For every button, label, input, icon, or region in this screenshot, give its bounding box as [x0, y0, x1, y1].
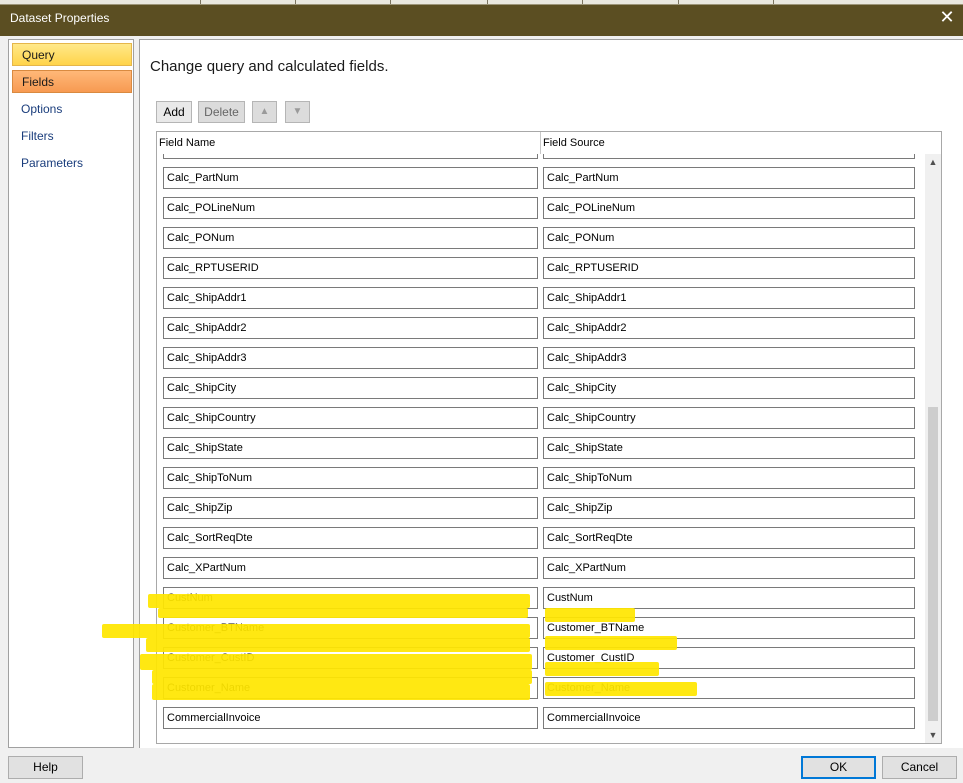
- table-row: Calc_ShipZip Calc_ShipZip: [157, 493, 927, 523]
- table-row: Calc_ShipCountry Calc_ShipCountry: [157, 403, 927, 433]
- field-source-input[interactable]: Calc_POLineNum: [543, 197, 915, 219]
- scrollbar-thumb[interactable]: [928, 407, 938, 721]
- field-source-input[interactable]: Calc_XPartNum: [543, 557, 915, 579]
- table-row: Calc_XPartNum Calc_XPartNum: [157, 553, 927, 583]
- column-divider[interactable]: [540, 132, 541, 154]
- field-source-input[interactable]: Calc_ShipAddr1: [543, 287, 915, 309]
- background-ruler: [0, 0, 963, 5]
- table-row: Calc_RPTUSERID Calc_RPTUSERID: [157, 253, 927, 283]
- field-source-input[interactable]: Calc_PartNum: [543, 167, 915, 189]
- fields-grid: Calc_WhseCodeCalc_WhseCodeCalc_PartNumCa…: [156, 131, 942, 744]
- sidebar-item-query[interactable]: Query: [12, 43, 132, 66]
- chevron-down-icon[interactable]: ▼: [925, 727, 941, 743]
- table-row: Calc_SortReqDte Calc_SortReqDte: [157, 523, 927, 553]
- field-name-input[interactable]: CustNum: [163, 587, 538, 609]
- chevron-up-icon[interactable]: ▲: [925, 154, 941, 170]
- field-source-input[interactable]: Calc_ShipZip: [543, 497, 915, 519]
- field-name-input[interactable]: Calc_ShipAddr3: [163, 347, 538, 369]
- column-header-field-source: Field Source: [543, 137, 605, 149]
- field-source-input[interactable]: Calc_ShipState: [543, 437, 915, 459]
- table-row: Calc_ShipState Calc_ShipState: [157, 433, 927, 463]
- field-source-input[interactable]: Calc_ShipCountry: [543, 407, 915, 429]
- page-title: Change query and calculated fields.: [150, 58, 389, 75]
- field-name-input[interactable]: Calc_ShipZip: [163, 497, 538, 519]
- table-row: Customer_CustID Customer_CustID: [157, 643, 927, 673]
- field-source-input[interactable]: Calc_RPTUSERID: [543, 257, 915, 279]
- field-name-input[interactable]: Calc_ShipCountry: [163, 407, 538, 429]
- sidebar-item-label: Filters: [21, 129, 54, 143]
- field-name-input[interactable]: Calc_PONum: [163, 227, 538, 249]
- help-button[interactable]: Help: [8, 756, 83, 779]
- add-button[interactable]: Add: [156, 101, 192, 123]
- main-panel: Change query and calculated fields. Add …: [102, 39, 963, 748]
- sidebar-item-label: Parameters: [21, 156, 84, 170]
- field-name-input[interactable]: Calc_PartNum: [163, 167, 538, 189]
- vertical-scrollbar[interactable]: ▲ ▼: [925, 154, 941, 743]
- field-source-input[interactable]: CustNum: [543, 587, 915, 609]
- field-name-input[interactable]: Calc_ShipAddr2: [163, 317, 538, 339]
- field-name-input[interactable]: Customer_BTName: [163, 617, 538, 639]
- field-name-input[interactable]: Calc_POLineNum: [163, 197, 538, 219]
- sidebar-item-options[interactable]: Options: [12, 98, 132, 121]
- column-header-field-name: Field Name: [159, 137, 216, 149]
- cancel-button[interactable]: Cancel: [882, 756, 957, 779]
- table-row: Calc_PONum Calc_PONum: [157, 223, 927, 253]
- field-source-input[interactable]: Calc_ShipToNum: [543, 467, 915, 489]
- close-icon[interactable]: ✕: [937, 8, 957, 28]
- field-name-input[interactable]: Customer_Name: [163, 677, 538, 699]
- field-source-input[interactable]: Customer_CustID: [543, 647, 915, 669]
- arrow-down-icon: ▼: [292, 106, 303, 117]
- title-bar: Dataset Properties ✕: [0, 0, 963, 36]
- sidebar-item-label: Options: [21, 102, 63, 116]
- field-source-input[interactable]: Calc_ShipAddr3: [543, 347, 915, 369]
- dataset-properties-dialog: Dataset Properties ✕ Query Fields Option…: [0, 0, 963, 783]
- sidebar-item-filters[interactable]: Filters: [12, 125, 132, 148]
- move-up-button[interactable]: ▲: [252, 101, 277, 123]
- field-name-input[interactable]: Calc_ShipToNum: [163, 467, 538, 489]
- table-row: Customer_Name Customer_Name: [157, 673, 927, 703]
- table-row: Calc_ShipAddr2 Calc_ShipAddr2: [157, 313, 927, 343]
- field-source-input[interactable]: Customer_BTName: [543, 617, 915, 639]
- field-name-input[interactable]: Customer_CustID: [163, 647, 538, 669]
- sidebar-item-label: Fields: [22, 75, 55, 89]
- field-source-input[interactable]: Calc_SortReqDte: [543, 527, 915, 549]
- fields-grid-rows: Calc_WhseCodeCalc_WhseCodeCalc_PartNumCa…: [157, 146, 927, 743]
- window-title: Dataset Properties: [10, 11, 110, 25]
- field-name-input[interactable]: Calc_XPartNum: [163, 557, 538, 579]
- field-source-input[interactable]: Calc_PONum: [543, 227, 915, 249]
- ok-button[interactable]: OK: [801, 756, 876, 779]
- field-source-input[interactable]: CommercialInvoice: [543, 707, 915, 729]
- field-name-input[interactable]: Calc_ShipAddr1: [163, 287, 538, 309]
- field-name-input[interactable]: Calc_SortReqDte: [163, 527, 538, 549]
- field-source-input[interactable]: Calc_ShipCity: [543, 377, 915, 399]
- table-row: Calc_POLineNum Calc_POLineNum: [157, 193, 927, 223]
- sidebar-item-label: Query: [22, 48, 55, 62]
- field-name-input[interactable]: Calc_ShipCity: [163, 377, 538, 399]
- field-name-input[interactable]: CommercialInvoice: [163, 707, 538, 729]
- table-row: Calc_ShipToNum Calc_ShipToNum: [157, 463, 927, 493]
- field-source-input[interactable]: Calc_ShipAddr2: [543, 317, 915, 339]
- table-row: Calc_ShipCity Calc_ShipCity: [157, 373, 927, 403]
- sidebar-item-parameters[interactable]: Parameters: [12, 152, 132, 175]
- table-row: CommercialInvoice CommercialInvoice: [157, 703, 927, 733]
- field-source-input[interactable]: Customer_Name: [543, 677, 915, 699]
- table-row: CustNum CustNum: [157, 583, 927, 613]
- sidebar-item-fields[interactable]: Fields: [12, 70, 132, 93]
- grid-header: Field Name Field Source: [157, 132, 927, 154]
- table-row: Customer_BTName Customer_BTName: [157, 613, 927, 643]
- table-row: Calc_ShipAddr3 Calc_ShipAddr3: [157, 343, 927, 373]
- field-name-input[interactable]: Calc_ShipState: [163, 437, 538, 459]
- move-down-button[interactable]: ▼: [285, 101, 310, 123]
- arrow-up-icon: ▲: [259, 106, 270, 117]
- sidebar: Query Fields Options Filters Parameters: [8, 39, 134, 748]
- field-name-input[interactable]: Calc_RPTUSERID: [163, 257, 538, 279]
- table-row: Calc_PartNum Calc_PartNum: [157, 163, 927, 193]
- table-row: Calc_ShipAddr1 Calc_ShipAddr1: [157, 283, 927, 313]
- delete-button[interactable]: Delete: [198, 101, 245, 123]
